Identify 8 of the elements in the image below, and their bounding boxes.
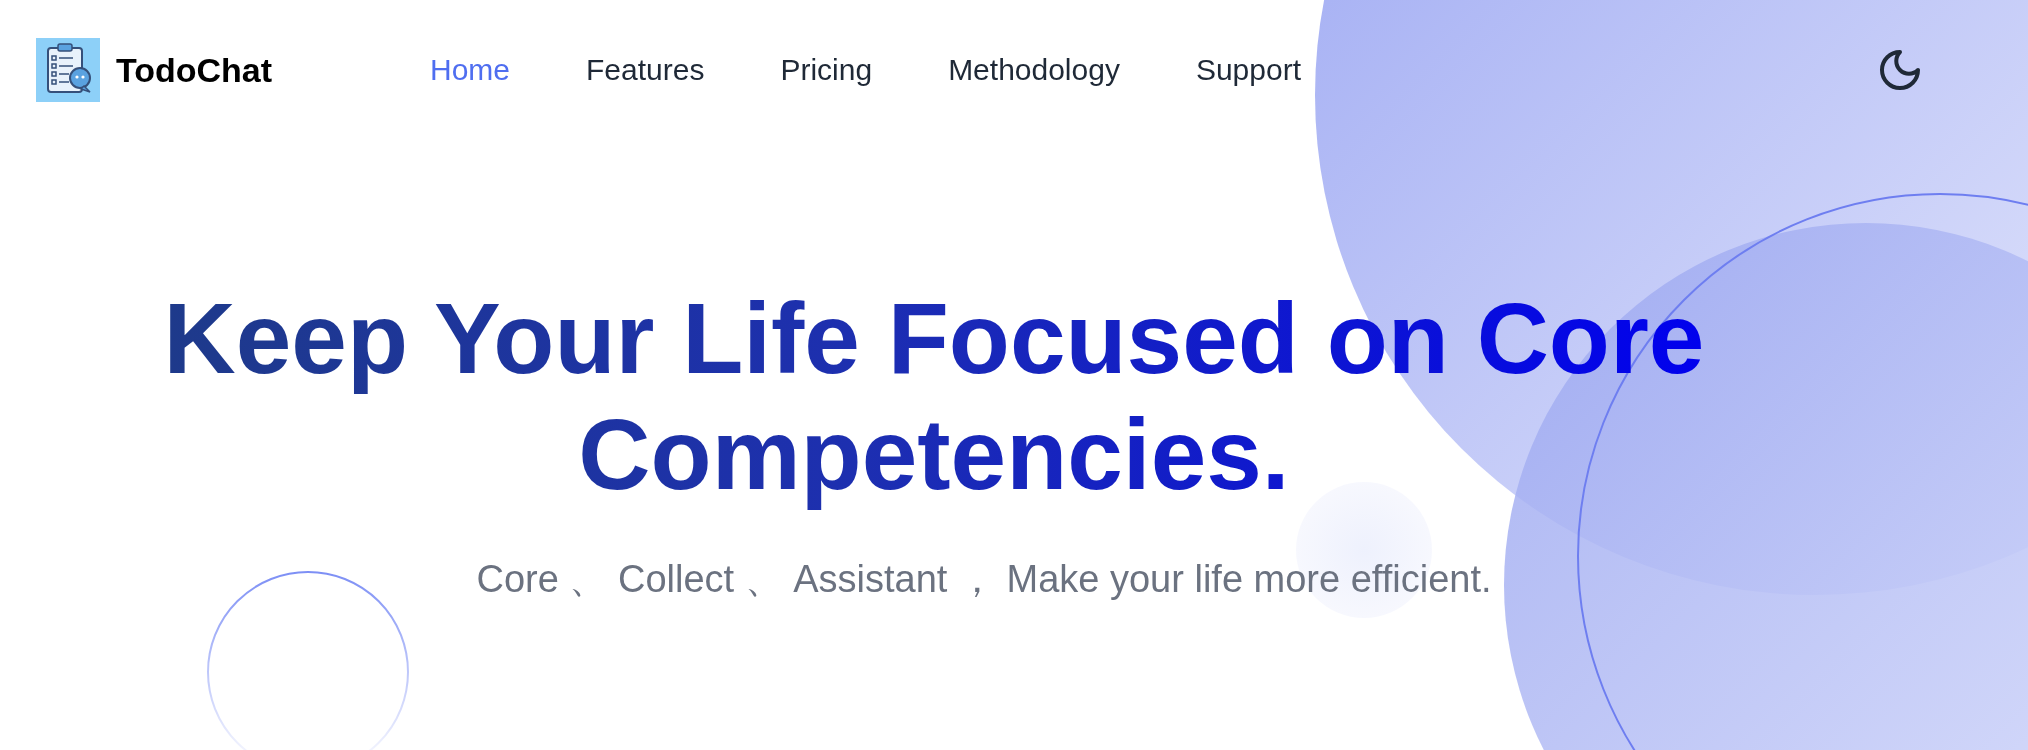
brand-name: TodoChat — [116, 50, 273, 90]
clipboard-chat-logo-icon — [36, 38, 100, 102]
nav-link[interactable]: Features — [586, 53, 705, 87]
nav-link[interactable]: Pricing — [780, 53, 873, 87]
nav-link[interactable]: Home — [430, 53, 511, 87]
hero-subtitle: Core 、 Collect 、 Assistant ， Make your life more efficient. — [476, 558, 1492, 600]
nav-link[interactable]: Support — [1195, 53, 1301, 87]
nav-link[interactable]: Methodology — [948, 53, 1120, 87]
